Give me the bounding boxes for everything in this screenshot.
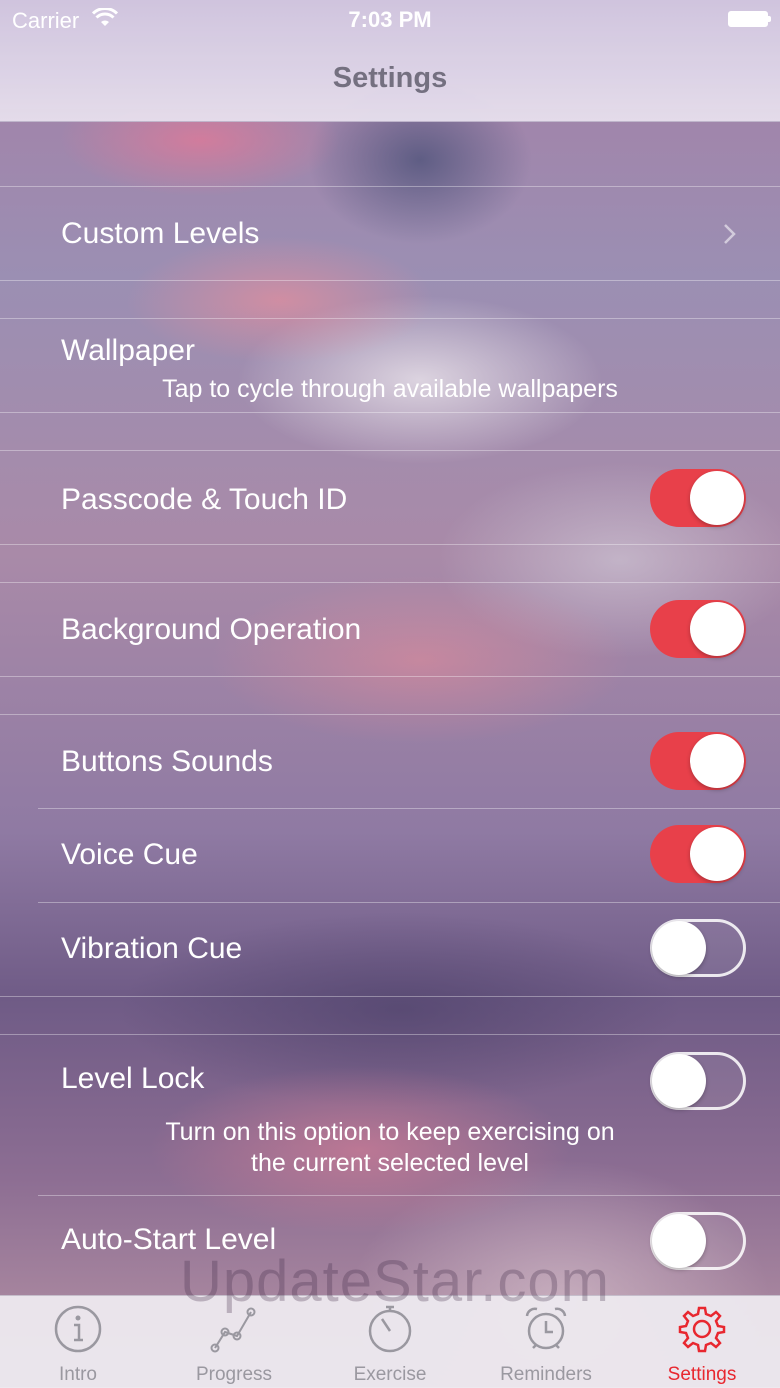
tab-settings-label: Settings: [667, 1364, 737, 1385]
passcode-toggle[interactable]: [650, 469, 746, 527]
toggle-knob: [690, 602, 744, 656]
wallpaper-group: Wallpaper Tap to cycle through available…: [0, 318, 780, 413]
level-lock-label: Level Lock: [61, 1062, 205, 1095]
custom-levels-label: Custom Levels: [61, 217, 260, 250]
background-operation-row: Background Operation: [0, 583, 780, 676]
vibration-cue-label: Vibration Cue: [61, 932, 243, 965]
gear-icon: [678, 1306, 726, 1353]
custom-levels-row[interactable]: Custom Levels: [0, 187, 780, 280]
voice-cue-toggle[interactable]: [650, 825, 746, 883]
vibration-cue-row: Vibration Cue: [0, 902, 780, 996]
tab-progress-label: Progress: [195, 1364, 273, 1385]
sounds-group: Buttons Sounds Voice Cue Vibration Cue: [0, 714, 780, 997]
level-lock-row: Level Lock Turn on this option to keep e…: [0, 1035, 780, 1195]
toggle-knob: [652, 1214, 706, 1268]
wallpaper-subtitle: Tap to cycle through available wallpaper…: [162, 375, 618, 403]
tab-settings[interactable]: Settings: [624, 1296, 780, 1388]
voice-cue-label: Voice Cue: [61, 838, 198, 871]
watermark: UpdateStar.com: [180, 1249, 610, 1314]
toggle-knob: [690, 827, 744, 881]
wallpaper-label: Wallpaper: [61, 334, 195, 367]
level-lock-toggle[interactable]: [650, 1052, 746, 1110]
tab-exercise-label: Exercise: [353, 1364, 427, 1385]
background-operation-group: Background Operation: [0, 582, 780, 677]
passcode-row: Passcode & Touch ID: [0, 451, 780, 544]
voice-cue-row: Voice Cue: [0, 808, 780, 902]
battery-icon: [728, 11, 771, 27]
page-title: Settings: [332, 62, 448, 94]
auto-start-toggle[interactable]: [650, 1212, 746, 1270]
toggle-knob: [652, 1054, 706, 1108]
toggle-knob: [652, 921, 706, 975]
tab-reminders-label: Reminders: [500, 1364, 592, 1385]
status-bar: Carrier 7:03 PM: [0, 0, 780, 40]
vibration-cue-toggle[interactable]: [650, 919, 746, 977]
buttons-sounds-row: Buttons Sounds: [0, 715, 780, 808]
passcode-group: Passcode & Touch ID: [0, 450, 780, 545]
background-operation-label: Background Operation: [61, 613, 362, 646]
buttons-sounds-label: Buttons Sounds: [61, 745, 273, 778]
toggle-knob: [690, 734, 744, 788]
tab-intro-label: Intro: [58, 1364, 98, 1385]
custom-levels-group: Custom Levels: [0, 186, 780, 281]
toggle-knob: [690, 471, 744, 525]
info-icon: [54, 1305, 102, 1353]
level-lock-subtitle-line1: Turn on this option to keep exercising o…: [165, 1118, 615, 1146]
background-operation-toggle[interactable]: [650, 600, 746, 658]
buttons-sounds-toggle[interactable]: [650, 732, 746, 790]
wallpaper-row[interactable]: Wallpaper Tap to cycle through available…: [0, 319, 780, 412]
status-time: 7:03 PM: [348, 7, 432, 32]
level-lock-subtitle-line2: the current selected level: [251, 1149, 529, 1177]
passcode-label: Passcode & Touch ID: [61, 483, 348, 516]
tab-intro[interactable]: Intro: [0, 1296, 156, 1388]
chevron-right-icon: [724, 224, 736, 244]
